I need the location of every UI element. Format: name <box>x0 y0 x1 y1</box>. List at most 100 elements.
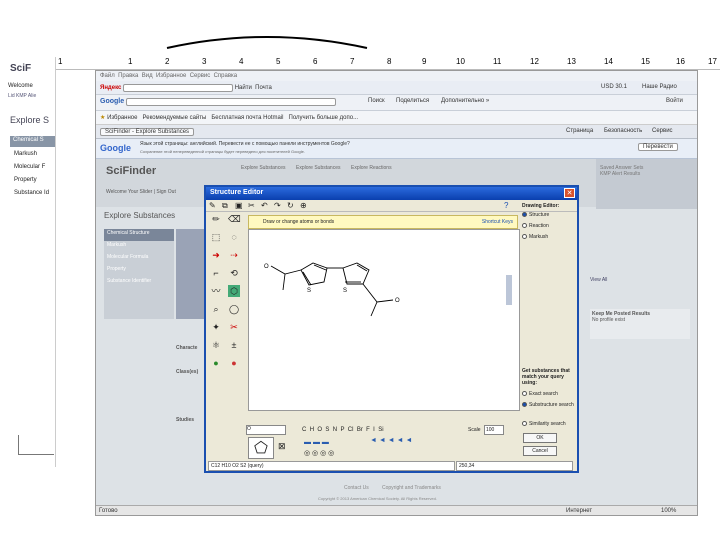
pencil-icon[interactable]: ✎ <box>209 201 216 210</box>
translate-button[interactable]: Перевести <box>638 143 678 151</box>
cut-icon[interactable]: ✂ <box>248 201 255 210</box>
menu-tools[interactable]: Сервис <box>190 73 211 79</box>
nav-explore-substances[interactable]: Explore Substances <box>241 165 285 171</box>
copy-icon[interactable]: ⧉ <box>222 201 228 211</box>
yandex-search-input[interactable] <box>123 84 234 92</box>
chain-templates-icon[interactable]: ◄ ◄ ◄ ◄ ◄ <box>370 437 412 444</box>
tools-menu[interactable]: Сервис <box>652 128 673 134</box>
fav-item[interactable]: Получить больше допо... <box>289 115 359 121</box>
star-icon[interactable]: ★ <box>100 115 105 121</box>
login-button[interactable]: Войти <box>666 98 683 104</box>
help-icon[interactable]: ? <box>504 201 508 210</box>
element-br[interactable]: Br <box>357 427 363 433</box>
google-search-input[interactable] <box>125 98 336 106</box>
tab-scifinder[interactable]: SciFinder - Explore Substances <box>100 128 195 136</box>
element-c[interactable]: C <box>302 427 306 433</box>
charge-tool-icon[interactable]: ± <box>228 339 240 351</box>
redo-icon[interactable]: ↷ <box>274 201 281 210</box>
element-o[interactable]: O <box>317 427 322 433</box>
refresh-icon[interactable]: ↻ <box>287 201 294 210</box>
menu-favorites[interactable]: Избранное <box>156 73 186 79</box>
match-exact[interactable]: Exact search <box>522 391 558 397</box>
alert-link[interactable]: Lid KMP Alie <box>8 93 36 99</box>
find-button[interactable]: Найти <box>235 85 252 91</box>
element-i[interactable]: I <box>373 427 375 433</box>
nav-markush[interactable]: Markush <box>104 241 174 253</box>
wand-tool-icon[interactable]: ✦ <box>210 321 222 333</box>
red-tool-icon[interactable]: ● <box>228 357 240 369</box>
usd-rate[interactable]: USD 30.1 <box>601 84 627 90</box>
left-item-substance[interactable]: Substance Id <box>14 190 49 196</box>
arrow-tool-icon[interactable]: ➜ <box>210 249 222 261</box>
fav-item[interactable]: Рекомендуемые сайты <box>143 115 207 121</box>
menu-edit[interactable]: Правка <box>118 73 138 79</box>
security-menu[interactable]: Безопасность <box>604 128 642 134</box>
element-s[interactable]: S <box>325 427 329 433</box>
fav-item[interactable]: Бесплатная почта Hotmail <box>211 115 283 121</box>
menu-file[interactable]: Файл <box>100 73 115 79</box>
element-si[interactable]: Si <box>378 427 383 433</box>
shortcut-keys-link[interactable]: Shortcut Keys <box>482 219 513 225</box>
dialog-titlebar[interactable]: Structure Editor <box>206 187 577 200</box>
nav-chemical-structure[interactable]: Chemical Structure <box>104 229 174 241</box>
footer-contact[interactable]: Contact Us <box>344 485 369 491</box>
cancel-button[interactable]: Cancel <box>523 446 557 456</box>
scissors-tool-icon[interactable]: ✂ <box>228 321 240 333</box>
green-tool-icon[interactable]: ● <box>210 357 222 369</box>
match-substructure[interactable]: Substructure search <box>522 402 576 408</box>
bond-single-icon[interactable]: ▬ ▬ ▬ <box>304 439 329 446</box>
close-icon[interactable]: ✕ <box>564 188 575 198</box>
drawing-canvas[interactable]: O S S O <box>248 229 520 411</box>
mode-structure[interactable]: Structure <box>522 212 549 218</box>
lasso-tool-icon[interactable]: ◌ <box>228 231 240 243</box>
nav-molecular-formula[interactable]: Molecular Formula <box>104 253 174 265</box>
canvas-scrollbar[interactable] <box>506 275 512 305</box>
eraser-tool-icon[interactable]: ⌫ <box>228 213 241 225</box>
scifinder-page-logo[interactable]: SciFinder <box>106 165 156 177</box>
zoom-level[interactable]: 100% <box>661 508 676 514</box>
mail-button[interactable]: Почта <box>255 85 272 91</box>
ok-button[interactable]: OK <box>523 433 557 443</box>
element-h[interactable]: H <box>310 427 314 433</box>
ring-templates-icon[interactable]: ◎ ◎ ◎ ◎ <box>304 449 334 457</box>
menu-view[interactable]: Вид <box>142 73 153 79</box>
page-menu[interactable]: Страница <box>566 128 593 134</box>
radio-button[interactable]: Наше Радио <box>642 84 677 90</box>
match-similarity[interactable]: Similarity search <box>522 421 566 427</box>
mode-reaction[interactable]: Reaction <box>522 223 549 229</box>
zoom-icon[interactable]: ⊕ <box>300 201 307 210</box>
reaction-arrow-icon[interactable]: ⇢ <box>228 249 240 261</box>
nav-property[interactable]: Property <box>104 265 174 277</box>
more-button[interactable]: Дополнительно » <box>441 98 489 104</box>
atom-input[interactable]: O <box>246 425 286 435</box>
left-item-molecular[interactable]: Molecular F <box>14 164 45 170</box>
magnify-tool-icon[interactable]: ⌕ <box>210 303 222 315</box>
element-n[interactable]: N <box>333 427 337 433</box>
template-icon[interactable]: ⊠ <box>278 441 286 452</box>
bracket-tool-icon[interactable]: ⌐ <box>210 267 222 279</box>
element-p[interactable]: P <box>340 427 344 433</box>
left-item-chemical[interactable]: Chemical S <box>10 136 55 147</box>
select-tool-icon[interactable]: ⬚ <box>210 231 222 243</box>
favorites-button[interactable]: Избранное <box>107 115 137 121</box>
nav-substance-identifier[interactable]: Substance Identifier <box>104 277 174 289</box>
repeat-tool-icon[interactable]: ⟲ <box>228 267 240 279</box>
save-icon[interactable]: ▣ <box>235 201 243 210</box>
undo-icon[interactable]: ↶ <box>261 201 268 210</box>
footer-copyright-link[interactable]: Copyright and Trademarks <box>382 485 441 491</box>
welcome-line[interactable]: Welcome Your Slider | Sign Out <box>106 189 176 195</box>
nav-explore-reactions[interactable]: Explore Reactions <box>351 165 392 171</box>
chain-tool-icon[interactable]: 〰 <box>210 285 222 297</box>
google-search-button[interactable]: Поиск <box>368 98 385 104</box>
comment-tool-icon[interactable]: ◯ <box>228 303 240 315</box>
mode-markush[interactable]: Markush <box>522 234 548 240</box>
cyclopentane-template-icon[interactable]: ⬠ <box>248 437 274 459</box>
document-ruler[interactable]: 1 1 2 3 4 5 6 7 8 9 10 11 12 13 14 15 16… <box>56 57 720 70</box>
ring-tool-icon[interactable]: ⬡ <box>228 285 240 297</box>
left-item-property[interactable]: Property <box>14 177 37 183</box>
nav-explore-substances-2[interactable]: Explore Substances <box>296 165 340 171</box>
share-button[interactable]: Поделиться <box>396 98 429 104</box>
menu-help[interactable]: Справка <box>214 73 238 79</box>
view-all-link[interactable]: View All <box>590 277 607 283</box>
left-item-markush[interactable]: Markush <box>14 151 37 157</box>
